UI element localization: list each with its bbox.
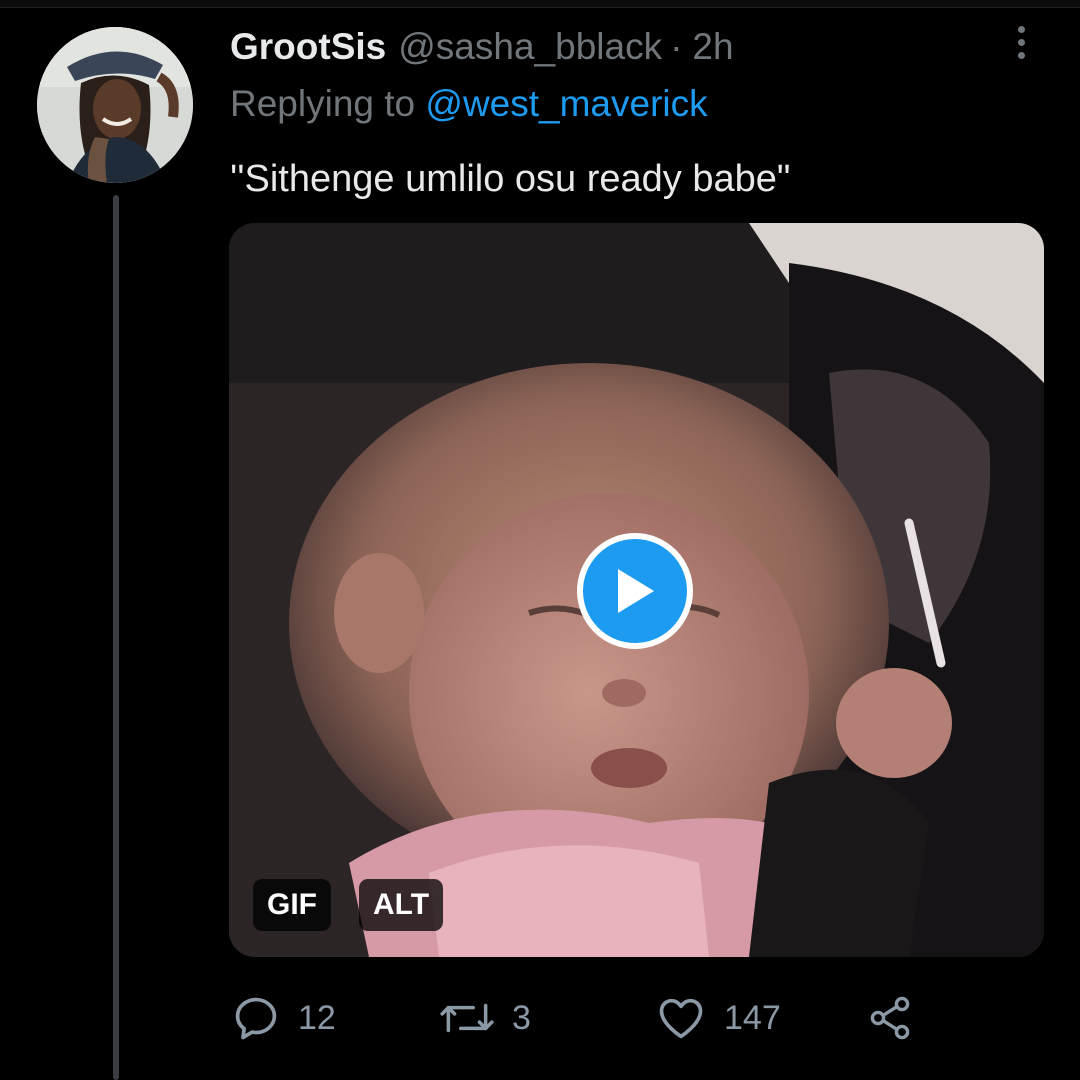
timestamp[interactable]: 2h xyxy=(692,26,733,68)
retweet-icon xyxy=(440,1003,494,1033)
avatar[interactable] xyxy=(37,27,193,183)
reply-button[interactable]: 12 xyxy=(230,990,336,1046)
user-handle[interactable]: @sasha_bblack xyxy=(398,26,662,68)
share-button[interactable] xyxy=(866,990,914,1046)
more-options-icon[interactable] xyxy=(1004,20,1038,64)
retweet-count: 3 xyxy=(512,998,531,1037)
replying-to-line: Replying to @west_maverick xyxy=(230,83,708,125)
retweet-button[interactable]: 3 xyxy=(438,990,531,1046)
tweet-text: ''Sithenge umlilo osu ready babe" xyxy=(230,158,791,200)
top-divider xyxy=(0,0,1080,8)
play-icon xyxy=(618,569,654,613)
share-icon xyxy=(870,996,910,1040)
gif-badge: GIF xyxy=(253,879,331,931)
gif-media[interactable]: GIF ALT xyxy=(229,223,1044,957)
reply-count: 12 xyxy=(298,998,336,1037)
alt-badge[interactable]: ALT xyxy=(359,879,444,931)
avatar-photo xyxy=(37,27,193,183)
play-button[interactable] xyxy=(577,533,693,649)
reply-icon xyxy=(235,997,277,1040)
separator-dot: · xyxy=(670,26,683,67)
like-button[interactable]: 147 xyxy=(654,990,781,1046)
tweet-actions: 12 3 147 xyxy=(230,990,930,1046)
tweet-header: GrootSis @sasha_bblack · 2h xyxy=(230,22,734,72)
heart-icon xyxy=(659,998,703,1039)
like-count: 147 xyxy=(724,998,781,1037)
display-name[interactable]: GrootSis xyxy=(230,26,386,68)
replying-prefix: Replying to xyxy=(230,83,416,124)
replying-to-link[interactable]: @west_maverick xyxy=(425,83,707,124)
thread-line xyxy=(113,195,119,1080)
